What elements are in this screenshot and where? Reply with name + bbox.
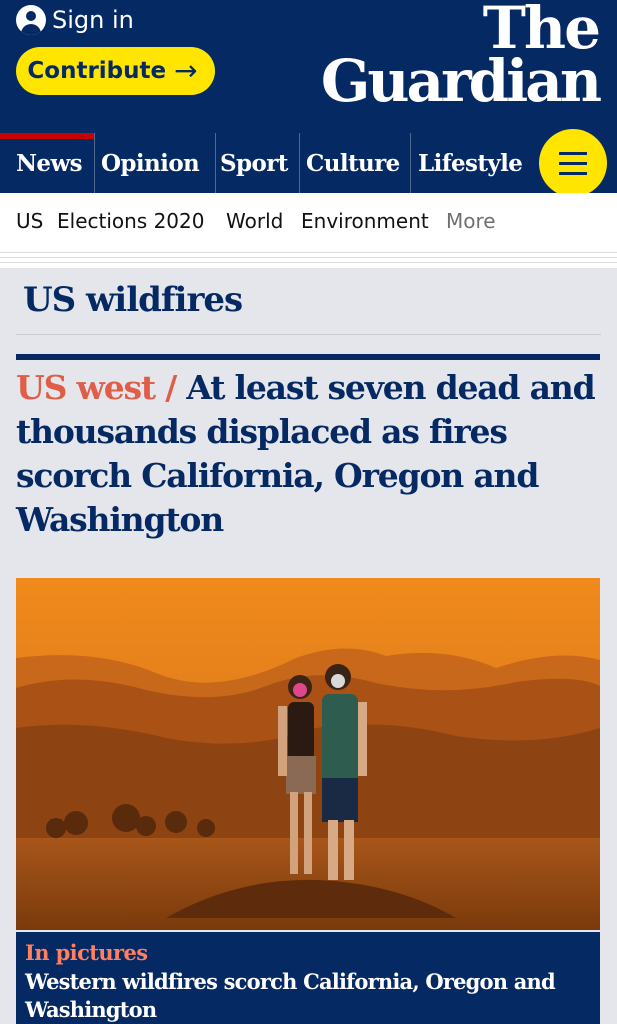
sub-nav: US Elections 2020 World Environment More [0, 193, 617, 253]
divider [0, 262, 617, 263]
menu-bar [559, 152, 587, 155]
gallery-caption[interactable]: In pictures Western wildfires scorch Cal… [16, 930, 600, 1024]
story-image[interactable] [16, 578, 600, 930]
main-story-kicker: US west / [16, 368, 177, 407]
nav-pillar-news[interactable]: News [0, 133, 94, 193]
section-title[interactable]: US wildfires [23, 280, 243, 320]
subnav-link-world[interactable]: World [226, 209, 283, 233]
nav-pillar-opinion[interactable]: Opinion [94, 133, 215, 193]
subnav-link-environment[interactable]: Environment [301, 209, 429, 233]
nav-pillar-lifestyle[interactable]: Lifestyle [410, 133, 539, 193]
main-story-headline[interactable]: US west / At least seven dead and thousa… [16, 366, 600, 542]
contribute-label: Contribute [27, 58, 167, 84]
arrow-right-icon: → [174, 54, 198, 87]
hamburger-menu-icon[interactable] [539, 129, 607, 197]
main-story-card[interactable]: US west / At least seven dead and thousa… [16, 354, 600, 1024]
menu-bar [559, 162, 587, 165]
nav-pillar-label: News [16, 149, 83, 177]
nav-pillar-sport[interactable]: Sport [215, 133, 299, 193]
sign-in-link[interactable]: Sign in [16, 4, 134, 36]
guardian-logo[interactable]: The Guardian [320, 0, 602, 116]
nav-pillar-label: Sport [220, 149, 288, 177]
pillar-nav: News Opinion Sport Culture Lifestyle [0, 133, 617, 193]
subnav-link-elections-2020[interactable]: Elections 2020 [57, 209, 204, 233]
card-top-border [16, 354, 600, 360]
logo-line-guardian: Guardian [320, 47, 602, 116]
subnav-more-link[interactable]: More [446, 209, 496, 233]
divider [16, 334, 601, 335]
gallery-headline: Western wildfires scorch California, Ore… [25, 969, 556, 1022]
nav-pillar-label: Opinion [101, 149, 200, 177]
gallery-kicker: In pictures [25, 940, 148, 965]
divider [0, 257, 617, 258]
nav-pillar-label: Lifestyle [418, 149, 523, 177]
menu-bar [559, 172, 587, 175]
nav-pillar-culture[interactable]: Culture [299, 133, 410, 193]
user-icon [16, 5, 46, 35]
masthead: Sign in Contribute → The Guardian [0, 0, 617, 133]
contribute-button[interactable]: Contribute → [16, 47, 215, 95]
nav-pillar-label: Culture [306, 149, 400, 177]
subnav-link-us[interactable]: US [16, 209, 43, 233]
sign-in-label: Sign in [52, 6, 134, 34]
